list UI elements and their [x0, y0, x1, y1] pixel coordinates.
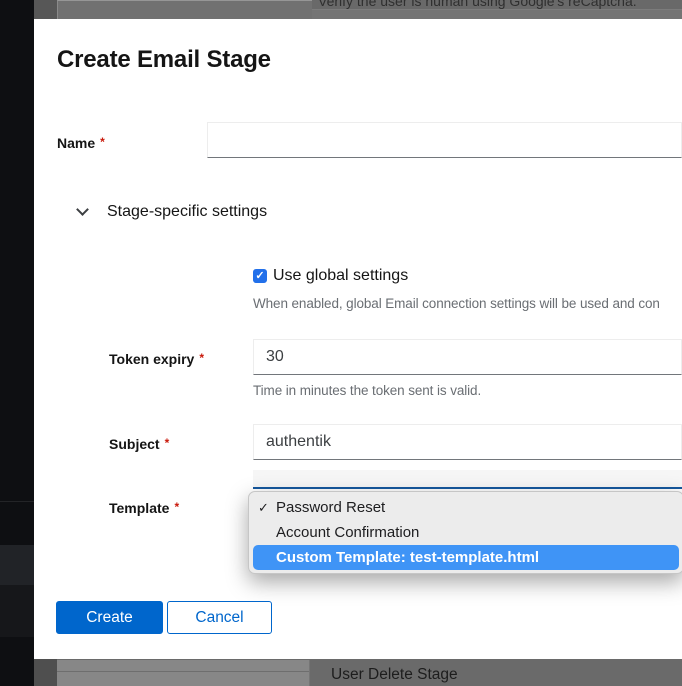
- sidebar-nav-item[interactable]: [0, 545, 34, 585]
- checkmark-icon: ✓: [255, 270, 264, 282]
- use-global-settings-help: When enabled, global Email connection se…: [253, 296, 660, 311]
- create-button[interactable]: Create: [56, 601, 163, 634]
- dropdown-option-account-confirmation[interactable]: Account Confirmation: [249, 520, 682, 545]
- create-email-stage-modal: Create Email Stage Name* Stage-specific …: [35, 19, 682, 659]
- background-row-description: Verify the user is human using Google's …: [318, 0, 637, 9]
- template-select[interactable]: [253, 470, 682, 489]
- chevron-down-icon: [76, 203, 89, 216]
- use-global-settings-label[interactable]: Use global settings: [273, 267, 408, 285]
- required-asterisk: *: [199, 351, 204, 365]
- section-toggle-label: Stage-specific settings: [107, 203, 267, 221]
- name-input[interactable]: [207, 122, 682, 158]
- dimmed-background-top: Verify the user is human using Google's …: [34, 0, 682, 19]
- subject-label: Subject*: [109, 436, 169, 452]
- token-expiry-label: Token expiry*: [109, 351, 204, 367]
- name-label: Name*: [57, 135, 105, 151]
- dimmed-background-bottom: User Delete Stage: [34, 659, 682, 686]
- checkmark-icon: ✓: [258, 495, 274, 520]
- dimmed-table-card: [57, 0, 312, 19]
- use-global-settings-checkbox[interactable]: ✓: [253, 269, 267, 283]
- dimmed-page-gutter: [34, 659, 57, 686]
- token-expiry-help: Time in minutes the token sent is valid.: [253, 383, 481, 398]
- required-asterisk: *: [165, 436, 170, 450]
- subject-input[interactable]: [253, 424, 682, 460]
- dropdown-option-custom-template[interactable]: Custom Template: test-template.html: [253, 545, 679, 570]
- background-row-name: User Delete Stage: [331, 666, 458, 684]
- template-label: Template*: [109, 500, 179, 516]
- template-dropdown-menu: ✓ Password Reset Account Confirmation Cu…: [248, 491, 682, 574]
- required-asterisk: *: [100, 135, 105, 149]
- cancel-button[interactable]: Cancel: [167, 601, 272, 634]
- modal-title: Create Email Stage: [57, 46, 271, 74]
- dimmed-row-border: [57, 671, 309, 672]
- dimmed-table-card: [57, 660, 310, 686]
- required-asterisk: *: [174, 500, 179, 514]
- dropdown-option-password-reset[interactable]: ✓ Password Reset: [249, 495, 682, 520]
- app-sidebar: [0, 0, 34, 686]
- sidebar-divider: [0, 501, 34, 502]
- dimmed-row-strip: [312, 10, 682, 19]
- dimmed-page-gutter: [34, 0, 57, 19]
- screen: Verify the user is human using Google's …: [0, 0, 682, 686]
- sidebar-nav-item[interactable]: [0, 585, 34, 637]
- token-expiry-input[interactable]: [253, 339, 682, 375]
